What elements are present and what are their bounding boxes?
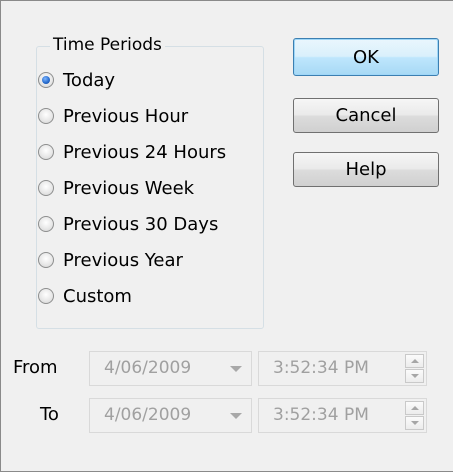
radio-label: Today	[63, 69, 116, 91]
time-period-dialog: Time Periods Today Previous Hour Previou…	[0, 0, 457, 472]
radio-label: Previous 24 Hours	[63, 141, 227, 163]
radio-label: Previous 30 Days	[63, 213, 219, 235]
radio-button[interactable]	[38, 144, 54, 160]
help-button[interactable]: Help	[293, 152, 439, 187]
from-label: From	[13, 357, 58, 378]
radio-previous-24-hours[interactable]: Previous 24 Hours	[38, 137, 226, 167]
chevron-down-icon[interactable]	[230, 366, 242, 372]
to-time-spinner[interactable]	[405, 401, 424, 430]
radio-label: Previous Hour	[63, 105, 189, 127]
time-periods-title: Time Periods	[50, 35, 165, 55]
cancel-button[interactable]: Cancel	[293, 98, 439, 133]
radio-label: Custom	[63, 285, 132, 307]
to-time-field[interactable]: 3:52:34 PM	[258, 398, 427, 433]
radio-label: Previous Week	[63, 177, 195, 199]
spin-up-icon[interactable]	[405, 401, 424, 415]
from-time-spinner[interactable]	[405, 354, 424, 383]
time-periods-group: Time Periods Today Previous Hour Previou…	[36, 35, 264, 329]
radio-previous-year[interactable]: Previous Year	[38, 245, 183, 275]
chevron-down-icon[interactable]	[230, 413, 242, 419]
radio-button[interactable]	[38, 108, 54, 124]
window-edge	[453, 0, 457, 472]
radio-button[interactable]	[38, 216, 54, 232]
radio-previous-week[interactable]: Previous Week	[38, 173, 194, 203]
radio-button[interactable]	[38, 252, 54, 268]
spin-up-icon[interactable]	[405, 354, 424, 368]
from-date-picker[interactable]: 4/06/2009	[89, 351, 252, 386]
spin-down-icon[interactable]	[405, 416, 424, 430]
radio-button[interactable]	[38, 288, 54, 304]
to-label: To	[40, 404, 59, 425]
from-date-value: 4/06/2009	[104, 358, 192, 378]
radio-previous-30-days[interactable]: Previous 30 Days	[38, 209, 218, 239]
radio-today[interactable]: Today	[38, 65, 115, 95]
from-time-field[interactable]: 3:52:34 PM	[258, 351, 427, 386]
to-time-value: 3:52:34 PM	[273, 405, 369, 425]
radio-custom[interactable]: Custom	[38, 281, 132, 311]
to-date-value: 4/06/2009	[104, 405, 192, 425]
ok-button[interactable]: OK	[293, 38, 439, 76]
radio-button[interactable]	[38, 72, 54, 88]
radio-label: Previous Year	[63, 249, 183, 271]
radio-button[interactable]	[38, 180, 54, 196]
radio-previous-hour[interactable]: Previous Hour	[38, 101, 188, 131]
spin-down-icon[interactable]	[405, 369, 424, 383]
to-date-picker[interactable]: 4/06/2009	[89, 398, 252, 433]
from-time-value: 3:52:34 PM	[273, 358, 369, 378]
